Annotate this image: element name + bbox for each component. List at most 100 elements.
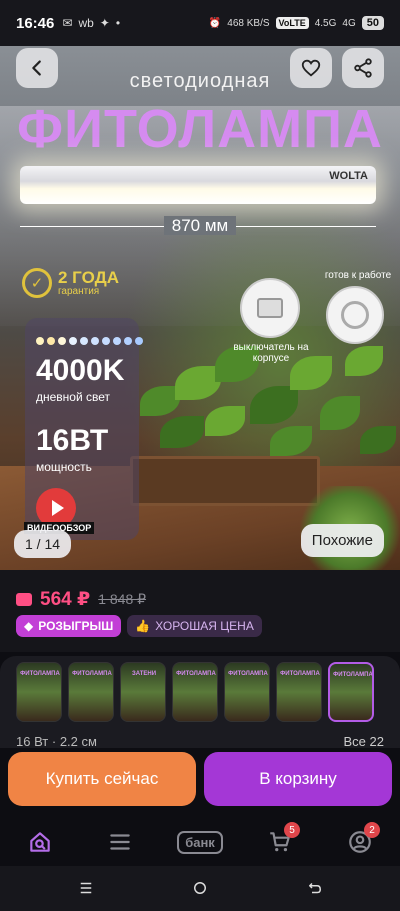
thumb-label: ФИТОЛАМПА bbox=[228, 671, 268, 677]
check-icon: ✓ bbox=[22, 268, 52, 298]
thumb-label: ФИТОЛАМПА bbox=[20, 671, 60, 677]
spec-power: 16ВТ bbox=[36, 424, 109, 457]
thumbs-up-icon: 👍 bbox=[135, 619, 151, 633]
buy-now-button[interactable]: Купить сейчас bbox=[8, 752, 196, 806]
plant-leaf bbox=[250, 386, 298, 424]
tag-good-price[interactable]: 👍 ХОРОШАЯ ЦЕНА bbox=[127, 615, 262, 637]
thumb-label: ФИТОЛАМПА bbox=[333, 672, 373, 678]
share-icon bbox=[354, 58, 372, 78]
variant-thumb[interactable]: ФИТОЛАМПА bbox=[68, 662, 114, 722]
color-dot bbox=[124, 337, 132, 345]
back-arrow-icon bbox=[309, 882, 321, 894]
tag-good-price-label: ХОРОШАЯ ЦЕНА bbox=[155, 619, 254, 633]
hero-subtitle: светодиодная bbox=[129, 70, 271, 92]
dot-icon: • bbox=[115, 16, 121, 30]
variant-thumb[interactable]: ФИТОЛАМПА bbox=[16, 662, 62, 722]
app-icon: wb bbox=[78, 16, 94, 30]
ticket-icon: ◆ bbox=[24, 619, 34, 633]
nav-home[interactable] bbox=[20, 826, 60, 858]
warranty-sub: гарантия bbox=[58, 286, 100, 297]
status-bar: 16:46 ✉ wb ✦ • ⏰ 468 KB/S VoLTE 4.5G 4G … bbox=[0, 0, 400, 46]
socket-caption: готов к работе bbox=[324, 270, 392, 281]
color-dot bbox=[80, 337, 88, 345]
network-speed: 468 KB/S bbox=[227, 17, 270, 29]
plant-leaf bbox=[345, 346, 383, 376]
heart-icon bbox=[301, 59, 321, 77]
battery-icon: 50 bbox=[361, 16, 384, 30]
lamp-brand: WOLTA bbox=[329, 170, 368, 182]
tag-raffle-label: РОЗЫГРЫШ bbox=[38, 619, 114, 633]
status-time: 16:46 bbox=[16, 14, 55, 32]
price-current: 564 ₽ bbox=[40, 589, 91, 610]
thumb-label: ФИТОЛАМПА bbox=[176, 671, 216, 677]
lamp-image: WOLTA bbox=[20, 166, 376, 204]
color-dot bbox=[58, 337, 66, 345]
color-dot bbox=[135, 337, 143, 345]
thumb-label: ФИТОЛАМПА bbox=[72, 671, 112, 677]
signal-2: 4G bbox=[342, 17, 356, 29]
share-button[interactable] bbox=[342, 48, 384, 88]
nav-profile[interactable]: 2 bbox=[340, 822, 380, 858]
chevron-left-icon bbox=[32, 60, 41, 76]
plant-leaf bbox=[270, 426, 312, 456]
variant-thumb[interactable]: ФИТОЛАМПА bbox=[276, 662, 322, 722]
variant-info: 16 Вт · 2.2 см bbox=[16, 734, 97, 749]
price-section: 564 ₽ 1 848 ₽ ◆ РОЗЫГРЫШ 👍 ХОРОШАЯ ЦЕНА bbox=[0, 570, 400, 652]
plant-leaf bbox=[205, 406, 245, 436]
thumb-label: ЗАТЕНИ bbox=[131, 671, 157, 677]
favorite-button[interactable] bbox=[290, 48, 332, 88]
image-counter: 1 / 14 bbox=[14, 530, 72, 558]
hero-title: ФИТОЛАМПА bbox=[17, 99, 383, 159]
add-to-cart-button[interactable]: В корзину bbox=[204, 752, 392, 806]
price-old: 1 848 ₽ bbox=[98, 591, 147, 607]
spec-color-temp-sub: дневной свет bbox=[36, 390, 111, 404]
socket-image bbox=[326, 286, 384, 344]
all-variants-link[interactable]: Все 22 bbox=[344, 734, 384, 749]
plant-leaf bbox=[140, 386, 180, 416]
color-dot bbox=[113, 337, 121, 345]
nav-cart[interactable]: 5 bbox=[260, 822, 300, 858]
status-right: ⏰ 468 KB/S VoLTE 4.5G 4G 50 bbox=[209, 16, 384, 30]
dimension-value: 870 мм bbox=[163, 216, 237, 235]
run-icon: ✦ bbox=[99, 16, 110, 30]
back-button[interactable] bbox=[16, 48, 58, 88]
home-button[interactable] bbox=[188, 878, 212, 898]
similar-button[interactable]: Похожие bbox=[300, 524, 384, 557]
dimension-label: 870 мм bbox=[0, 216, 400, 236]
action-buttons: Купить сейчас В корзину bbox=[0, 748, 400, 818]
bottom-nav: банк 5 2 bbox=[0, 818, 400, 866]
price-tags: ◆ РОЗЫГРЫШ 👍 ХОРОШАЯ ЦЕНА bbox=[16, 615, 262, 637]
home-circle-icon bbox=[194, 882, 206, 894]
planter-box bbox=[130, 456, 320, 506]
color-dot bbox=[69, 337, 77, 345]
color-temp-dots bbox=[36, 337, 143, 345]
recent-apps-button[interactable] bbox=[74, 878, 98, 898]
system-back-button[interactable] bbox=[303, 878, 327, 898]
alarm-icon: ⏰ bbox=[208, 17, 222, 29]
thumb-label: ФИТОЛАМПА bbox=[280, 671, 320, 677]
variant-thumb-selected[interactable]: ФИТОЛАМПА bbox=[328, 662, 374, 722]
variant-thumbnails: ФИТОЛАМПА ФИТОЛАМПА ЗАТЕНИ ФИТОЛАМПА ФИТ… bbox=[16, 662, 374, 722]
switch-image bbox=[240, 278, 300, 338]
warranty-years: 2 ГОДА bbox=[58, 268, 119, 287]
recents-icon bbox=[80, 882, 92, 894]
nav-bank[interactable]: банк bbox=[177, 826, 223, 858]
spec-power-sub: мощность bbox=[36, 460, 92, 474]
volte-badge: VoLTE bbox=[275, 17, 309, 29]
home-search-icon bbox=[30, 832, 50, 852]
cart-badge: 5 bbox=[284, 822, 300, 838]
menu-icon bbox=[110, 834, 130, 850]
plant-leaf bbox=[320, 396, 360, 430]
price-row: 564 ₽ 1 848 ₽ bbox=[16, 588, 146, 611]
product-image-carousel[interactable]: светодиодная ФИТОЛАМПА WOLTA 870 мм ✓ 2 … bbox=[0, 46, 400, 570]
signal-1: 4.5G bbox=[314, 17, 337, 29]
variant-thumb[interactable]: ЗАТЕНИ bbox=[120, 662, 166, 722]
color-dot bbox=[91, 337, 99, 345]
variant-thumb[interactable]: ФИТОЛАМПА bbox=[172, 662, 218, 722]
variant-thumb[interactable]: ФИТОЛАМПА bbox=[224, 662, 270, 722]
plant-leaf bbox=[360, 426, 396, 454]
tag-raffle[interactable]: ◆ РОЗЫГРЫШ bbox=[16, 615, 122, 637]
nav-catalog[interactable] bbox=[100, 826, 140, 858]
color-dot bbox=[102, 337, 110, 345]
profile-badge: 2 bbox=[364, 822, 380, 838]
